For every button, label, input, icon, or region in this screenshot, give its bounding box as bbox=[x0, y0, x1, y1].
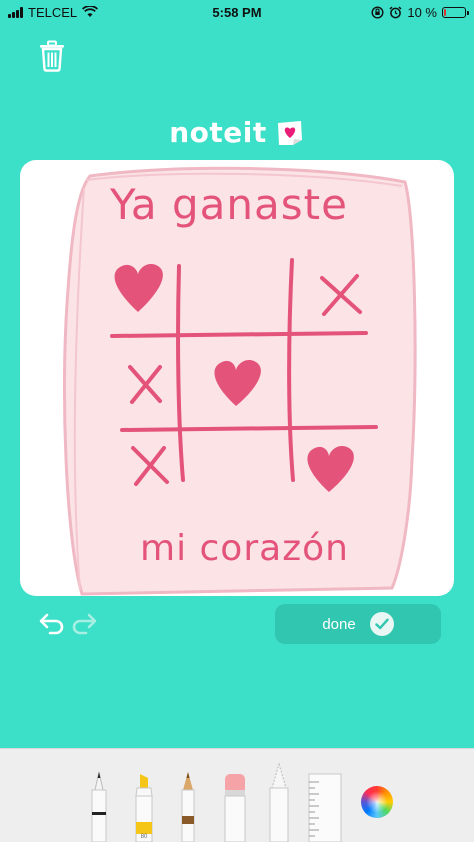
marker-tool[interactable]: 80 bbox=[132, 772, 156, 842]
note-line-2: mi corazón bbox=[140, 528, 349, 569]
carrier-label: TELCEL bbox=[28, 4, 78, 20]
check-icon bbox=[369, 612, 394, 636]
battery-level bbox=[444, 8, 446, 16]
pen-tool[interactable] bbox=[88, 770, 110, 842]
status-right: 10 % bbox=[371, 4, 469, 20]
logo-text: noteit bbox=[169, 116, 267, 149]
battery-icon bbox=[442, 6, 469, 18]
signal-icon bbox=[8, 6, 23, 18]
battery-percent: 10 % bbox=[407, 4, 437, 20]
done-label: done bbox=[322, 615, 356, 633]
alarm-icon bbox=[389, 5, 402, 18]
app-logo: noteit bbox=[0, 116, 474, 149]
status-bar: TELCEL 5:58 PM 10 % bbox=[0, 0, 474, 24]
undo-icon[interactable] bbox=[36, 612, 66, 636]
clock: 5:58 PM bbox=[212, 4, 262, 20]
note-line-1: Ya ganaste bbox=[110, 180, 348, 229]
note-heart-icon bbox=[277, 120, 302, 145]
pencil-tool[interactable] bbox=[177, 770, 199, 842]
color-picker[interactable] bbox=[361, 786, 393, 818]
status-left: TELCEL bbox=[8, 4, 99, 20]
drawing-canvas[interactable]: Ya ganaste mi corazón bbox=[20, 160, 454, 596]
lasso-tool[interactable] bbox=[266, 762, 292, 842]
trash-icon[interactable] bbox=[38, 40, 66, 72]
eraser-tool[interactable] bbox=[222, 772, 248, 842]
svg-text:80: 80 bbox=[141, 834, 148, 840]
wifi-icon bbox=[82, 6, 99, 17]
redo-icon[interactable] bbox=[70, 612, 100, 636]
ruler-tool[interactable] bbox=[307, 772, 343, 842]
orientation-lock-icon bbox=[371, 5, 384, 19]
done-button[interactable]: done bbox=[275, 604, 441, 644]
